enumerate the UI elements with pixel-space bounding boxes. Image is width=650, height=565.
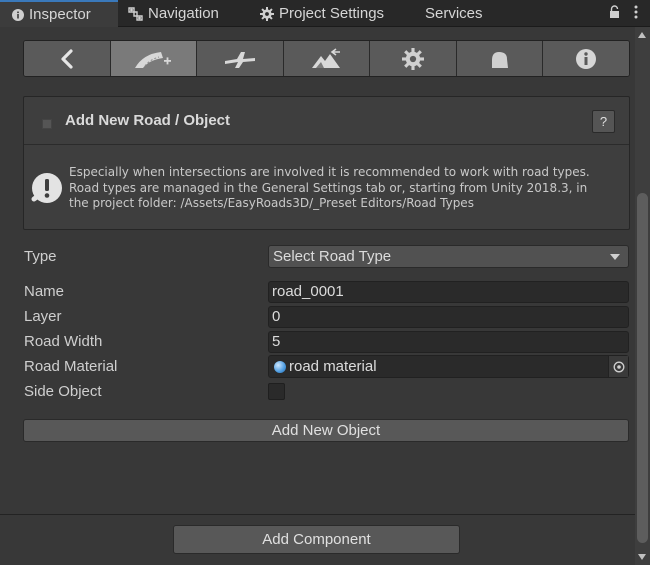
info-icon: [576, 48, 597, 69]
info-line: Especially when intersections are involv…: [69, 165, 590, 179]
tab-services-label: Services: [425, 5, 483, 22]
road-width-label: Road Width: [24, 333, 103, 350]
name-label: Name: [24, 283, 65, 300]
toolbar-terrain-button[interactable]: [283, 41, 371, 76]
tab-navigation[interactable]: Navigation: [128, 0, 219, 27]
target-icon: [613, 361, 624, 372]
road-type-value: Select Road Type: [273, 248, 392, 265]
tab-navigation-label: Navigation: [148, 5, 219, 22]
road-type-dropdown[interactable]: Select Road Type: [268, 245, 629, 268]
panel-title: Add New Road / Object: [65, 112, 231, 129]
toolbar-info-button[interactable]: [543, 41, 629, 76]
side-object-checkbox[interactable]: [268, 383, 285, 400]
road-material-label: Road Material: [24, 358, 118, 375]
scroll-down-icon[interactable]: [638, 554, 646, 560]
toolbar-add-road-button[interactable]: [110, 41, 198, 76]
add-road-icon: [135, 51, 172, 68]
easyroads-toolbar: [23, 40, 630, 77]
terrain-icon: [311, 47, 340, 68]
tab-project-settings-label: Project Settings: [279, 5, 385, 22]
add-road-panel: Add New Road / Object ? Especially when …: [23, 96, 630, 230]
object-icon: [491, 51, 508, 68]
editor-tab-bar: Inspector Navigation Project Settings Se…: [0, 0, 650, 27]
scrollbar-thumb[interactable]: [637, 193, 648, 543]
toolbar-object-button[interactable]: [456, 41, 544, 76]
toolbar-road-network-button[interactable]: [197, 41, 284, 76]
tab-services[interactable]: Services: [425, 0, 483, 27]
side-object-label: Side Object: [24, 383, 102, 400]
dropdown-arrow-icon: [610, 254, 620, 260]
info-message: Especially when intersections are involv…: [69, 165, 624, 212]
help-button[interactable]: ?: [592, 110, 615, 133]
material-icon: [274, 361, 286, 373]
tab-inspector[interactable]: Inspector: [0, 0, 118, 27]
road-material-value: road material: [289, 358, 377, 375]
back-arrow-icon: [61, 48, 73, 69]
tab-project-settings[interactable]: Project Settings: [260, 0, 384, 27]
toolbar-settings-button[interactable]: [370, 41, 457, 76]
info-icon: [12, 8, 24, 21]
info-line: Road types are managed in the General Se…: [69, 180, 588, 195]
add-new-object-button[interactable]: Add New Object: [23, 419, 629, 442]
tab-inspector-label: Inspector: [29, 6, 91, 23]
gear-icon: [260, 6, 274, 21]
lock-icon[interactable]: [609, 5, 620, 19]
layer-label: Layer: [24, 308, 62, 325]
exclamation-icon: [31, 173, 62, 203]
object-picker-button[interactable]: [608, 356, 628, 377]
info-line: the project folder: /Assets/EasyRoads3D/…: [69, 196, 474, 210]
road-network-icon: [224, 51, 255, 68]
scroll-up-icon[interactable]: [638, 32, 646, 38]
info-help-box: Especially when intersections are involv…: [24, 149, 629, 229]
panel-header: Add New Road / Object ?: [24, 97, 629, 145]
type-label: Type: [24, 248, 57, 265]
divider: [0, 514, 635, 515]
vertical-scrollbar[interactable]: [635, 27, 650, 565]
road-width-input[interactable]: 5: [268, 331, 629, 353]
layer-input[interactable]: 0: [268, 306, 629, 328]
add-component-button[interactable]: Add Component: [173, 525, 460, 554]
name-input[interactable]: road_0001: [268, 281, 629, 303]
gear-icon: [402, 47, 425, 70]
header-toggle-icon: [42, 119, 52, 129]
toolbar-back-button[interactable]: [24, 41, 111, 76]
navigation-icon: [128, 6, 143, 21]
more-options-icon[interactable]: [634, 5, 638, 19]
road-material-field[interactable]: road material: [268, 355, 629, 378]
